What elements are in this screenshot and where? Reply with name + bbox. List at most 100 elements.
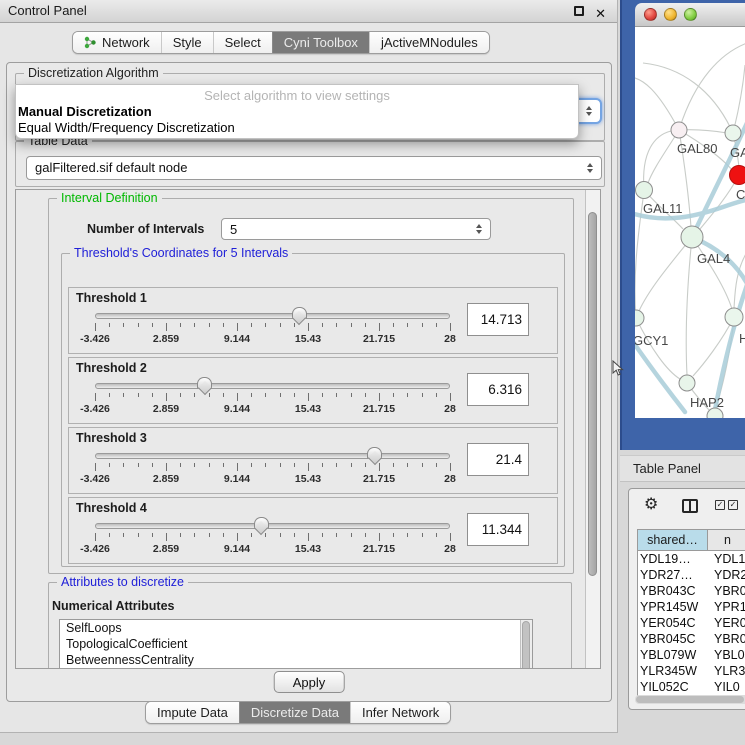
popup-placeholder: Select algorithm to view settings [16,87,578,104]
tick-label: 21.715 [363,473,395,485]
vertical-scrollbar[interactable] [585,190,600,668]
horizontal-scrollbar-thumb[interactable] [636,696,744,703]
tab-infer-network[interactable]: Infer Network [350,702,450,723]
slider-track[interactable] [95,313,450,319]
slider-tick [152,463,153,467]
slider-tick [280,323,281,327]
checkbox-icon[interactable]: ✓ [728,500,738,510]
top-tab-bar: Network Style SelectCyni ToolboxjActiveMNo… [72,31,490,54]
column-header-shared-[interactable]: shared… [638,530,708,550]
slider-tick [138,463,139,467]
checkbox-icon[interactable]: ✓ [715,500,725,510]
slider-track[interactable] [95,453,450,459]
number-of-intervals-spinner[interactable]: 5 [221,218,491,240]
tick-label: 15.43 [295,333,321,345]
tab-style[interactable]: Style [161,32,213,53]
threshold-slider-thumb[interactable] [197,377,212,389]
threshold-label: Threshold 3 [76,431,147,445]
minimize-traffic-light[interactable] [664,8,677,21]
network-node-ga[interactable] [725,125,741,141]
network-node-gal11[interactable] [636,182,653,199]
column-header-n[interactable]: n [708,530,745,550]
network-window-titlebar[interactable] [635,3,745,27]
table-row[interactable]: YBL079WYBL0 [638,647,745,663]
table-row[interactable]: YIL052CYIL0 [638,679,745,695]
table-data-combobox[interactable]: galFiltered.sif default node [26,156,602,180]
attribute-item-topologicalcoefficient[interactable]: TopologicalCoefficient [60,636,532,652]
tick-label: 9.144 [224,543,250,555]
slider-tick [322,323,323,327]
threshold-slider-thumb[interactable] [367,447,382,459]
slider-tick [308,463,309,471]
threshold-value-input[interactable] [467,373,529,406]
table-row[interactable]: YDL19…YDL1 [638,551,745,567]
gear-icon[interactable]: ⚙ [644,497,658,513]
attribute-item-selfloops[interactable]: SelfLoops [60,620,532,636]
table-cell: YDR2 [708,567,745,583]
threshold-value-input[interactable] [467,443,529,476]
slider-tick [223,533,224,537]
threshold-value-input[interactable] [467,303,529,336]
network-node-h[interactable] [725,308,743,326]
table-row[interactable]: YBR043CYBR0 [638,583,745,599]
network-node-gcy1[interactable] [635,310,644,326]
tab-jactivemnodules[interactable]: jActiveMNodules [369,32,489,53]
control-panel-window: Control Panel ✕ Network Style SelectCyni T… [0,0,618,733]
slider-tick [436,463,437,467]
algorithm-dropdown-popup: Select algorithm to view settings Manual… [15,84,579,139]
slider-tick [152,393,153,397]
network-node-c[interactable] [730,166,745,185]
table-row[interactable]: YER054CYER0 [638,615,745,631]
list-scrollbar-thumb[interactable] [522,621,530,669]
popup-option-equal-width-frequency-discretization[interactable]: Equal Width/Frequency Discretization [16,120,578,136]
network-canvas[interactable]: GAL80GACGAL11GAL4GCY1HHAP2 [635,27,745,418]
node-label: GA [730,145,745,160]
columns-icon[interactable] [682,499,698,513]
table-row[interactable]: YDR27…YDR2 [638,567,745,583]
table-row[interactable]: YBR045CYBR0 [638,631,745,647]
slider-tick [223,393,224,397]
slider-track[interactable] [95,383,450,389]
zoom-traffic-light[interactable] [684,8,697,21]
threshold-slider-thumb[interactable] [254,517,269,529]
discretization-group-title: Discretization Algorithm [24,66,163,80]
table-cell: YDL19… [638,551,708,567]
slider-tick [166,393,167,401]
slider-tick-labels: -3.4262.8599.14415.4321.71528 [95,543,450,555]
slider-tick [180,463,181,467]
network-node-hap2[interactable] [679,375,695,391]
close-traffic-light[interactable] [644,8,657,21]
slider-tick [322,393,323,397]
table-panel-titlebar[interactable]: Table Panel [620,455,745,482]
network-node-gal80[interactable] [671,122,687,138]
control-panel-titlebar[interactable]: Control Panel ✕ [0,0,617,23]
threshold-value-input[interactable] [467,513,529,546]
list-scrollbar[interactable] [520,620,532,669]
table-row[interactable]: YLR345WYLR3 [638,663,745,679]
tab-discretize-data[interactable]: Discretize Data [239,702,350,723]
tab-label: Style [173,35,202,50]
tab-select[interactable]: Select [213,32,272,53]
table-row[interactable]: YPR145WYPR1 [638,599,745,615]
slider-tick [407,393,408,397]
float-window-icon[interactable] [574,6,584,16]
table-cell: YDL1 [708,551,745,567]
slider-track[interactable] [95,523,450,529]
slider-tick [336,533,337,537]
close-window-icon[interactable]: ✕ [595,3,606,25]
slider-tick [166,463,167,471]
popup-option-manual-discretization[interactable]: Manual Discretization [16,104,578,120]
slider-tick [379,463,380,471]
attribute-item-betweennesscentrality[interactable]: BetweennessCentrality [60,652,532,668]
horizontal-scrollbar[interactable] [635,695,745,704]
vertical-scrollbar-thumb[interactable] [588,212,597,576]
apply-button[interactable]: Apply [274,671,345,693]
tab-impute-data[interactable]: Impute Data [146,702,239,723]
threshold-slider-thumb[interactable] [292,307,307,319]
tab-cyni-toolbox[interactable]: Cyni Toolbox [272,32,369,53]
table-rows: YDL19…YDL1YDR27…YDR2YBR043CYBR0YPR145WYP… [638,551,745,695]
network-node-gal4[interactable] [681,226,703,248]
slider-tick [322,463,323,467]
tab-network[interactable]: Network [73,32,161,53]
slider-tick [308,533,309,541]
